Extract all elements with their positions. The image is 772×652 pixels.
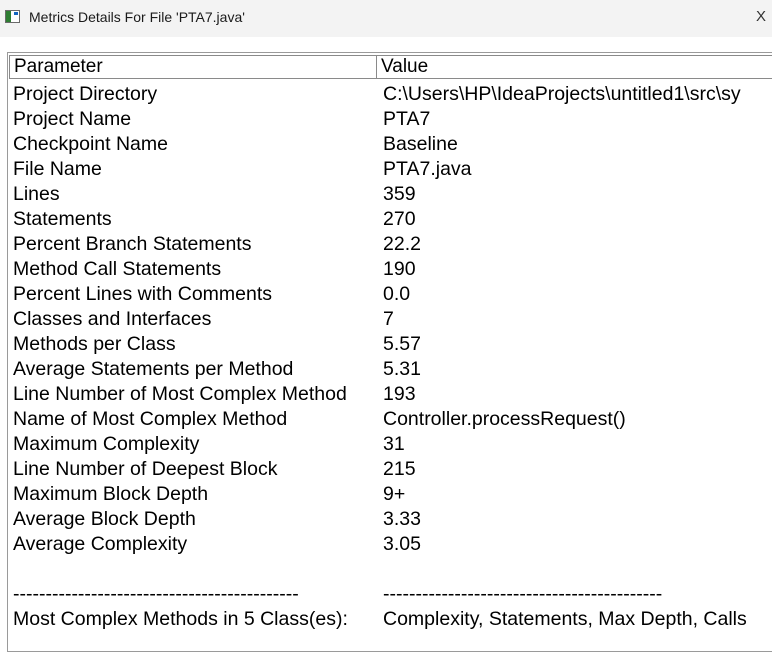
parameter-cell: Percent Branch Statements [13, 233, 252, 255]
column-header-parameter[interactable]: Parameter [9, 55, 377, 79]
value-cell: 3.05 [383, 533, 421, 555]
value-cell: 190 [383, 258, 416, 280]
parameter-cell: Maximum Complexity [13, 433, 200, 455]
table-row[interactable]: Average Complexity 3.05 [8, 532, 772, 557]
parameter-cell: ----------------------------------------… [13, 583, 299, 605]
parameter-cell: Project Directory [13, 83, 158, 105]
parameter-cell: Average Statements per Method [13, 358, 294, 380]
value-cell: 22.2 [383, 233, 421, 255]
close-button[interactable]: X [756, 6, 772, 28]
value-cell: 193 [383, 383, 416, 405]
parameter-cell: File Name [13, 158, 102, 180]
value-cell: 31 [383, 433, 405, 455]
table-row[interactable]: Percent Branch Statements 22.2 [8, 232, 772, 257]
table-row[interactable]: Method Call Statements 190 [8, 257, 772, 282]
table-row[interactable]: Project Directory C:\Users\HP\IdeaProject… [8, 82, 772, 107]
parameter-cell: Name of Most Complex Method [13, 408, 288, 430]
table-row[interactable]: Methods per Class 5.57 [8, 332, 772, 357]
table-row[interactable]: Project Name PTA7 [8, 107, 772, 132]
value-cell: C:\Users\HP\IdeaProjects\untitled1\src\s… [383, 83, 741, 105]
table-row[interactable] [8, 557, 772, 582]
parameter-cell: Maximum Block Depth [13, 483, 209, 505]
value-cell: 7 [383, 308, 394, 330]
table-row[interactable]: Most Complex Methods in 5 Class(es): Comp… [8, 607, 772, 632]
app-icon [5, 10, 20, 23]
parameter-cell: Statements [13, 208, 112, 230]
value-cell: 359 [383, 183, 416, 205]
value-cell: 0.0 [383, 283, 411, 305]
table-row[interactable]: Average Block Depth 3.33 [8, 507, 772, 532]
value-cell: 9+ [383, 483, 406, 505]
parameter-cell: Line Number of Deepest Block [13, 458, 278, 480]
table-row[interactable]: Checkpoint Name Baseline [8, 132, 772, 157]
value-cell: PTA7.java [383, 158, 472, 180]
parameter-cell: Average Complexity [13, 533, 188, 555]
table-row[interactable]: Name of Most Complex Method Controller.pr… [8, 407, 772, 432]
parameter-cell: Line Number of Most Complex Method [13, 383, 347, 405]
parameter-cell: Classes and Interfaces [13, 308, 212, 330]
parameter-cell: Checkpoint Name [13, 133, 168, 155]
value-cell: 270 [383, 208, 416, 230]
value-cell: 3.33 [383, 508, 421, 530]
parameter-cell: Most Complex Methods in 5 Class(es): [13, 608, 348, 630]
parameter-cell: Lines [13, 183, 60, 205]
value-cell: 5.31 [383, 358, 421, 380]
metrics-table: Parameter Value Project Directory C:\User… [7, 52, 772, 652]
value-cell: Baseline [383, 133, 458, 155]
table-row[interactable]: Maximum Complexity 31 [8, 432, 772, 457]
parameter-cell: Project Name [13, 108, 132, 130]
table-row[interactable]: Percent Lines with Comments 0.0 [8, 282, 772, 307]
value-cell: 5.57 [383, 333, 421, 355]
table-row[interactable]: Line Number of Most Complex Method 193 [8, 382, 772, 407]
value-cell: ----------------------------------------… [383, 583, 663, 605]
table-row[interactable]: ----------------------------------------… [8, 582, 772, 607]
value-cell: Complexity, Statements, Max Depth, Calls [383, 608, 747, 630]
value-cell: 215 [383, 458, 416, 480]
table-header: Parameter Value [8, 53, 772, 81]
parameter-cell: Methods per Class [13, 333, 176, 355]
parameter-cell: Method Call Statements [13, 258, 222, 280]
table-row[interactable]: Maximum Block Depth 9+ [8, 482, 772, 507]
parameter-cell: Percent Lines with Comments [13, 283, 273, 305]
window-content: Parameter Value Project Directory C:\User… [0, 37, 772, 652]
value-cell: PTA7 [383, 108, 431, 130]
value-cell: Controller.processRequest() [383, 408, 626, 430]
table-row[interactable]: Lines 359 [8, 182, 772, 207]
window-titlebar: Metrics Details For File 'PTA7.java' X [0, 0, 772, 37]
window-title: Metrics Details For File 'PTA7.java' [29, 9, 245, 25]
parameter-cell: Average Block Depth [13, 508, 196, 530]
table-row[interactable]: Classes and Interfaces 7 [8, 307, 772, 332]
table-row[interactable]: Statements 270 [8, 207, 772, 232]
column-header-value[interactable]: Value [376, 55, 772, 79]
table-row[interactable]: Average Statements per Method 5.31 [8, 357, 772, 382]
table-row[interactable]: File Name PTA7.java [8, 157, 772, 182]
table-row[interactable]: Line Number of Deepest Block 215 [8, 457, 772, 482]
